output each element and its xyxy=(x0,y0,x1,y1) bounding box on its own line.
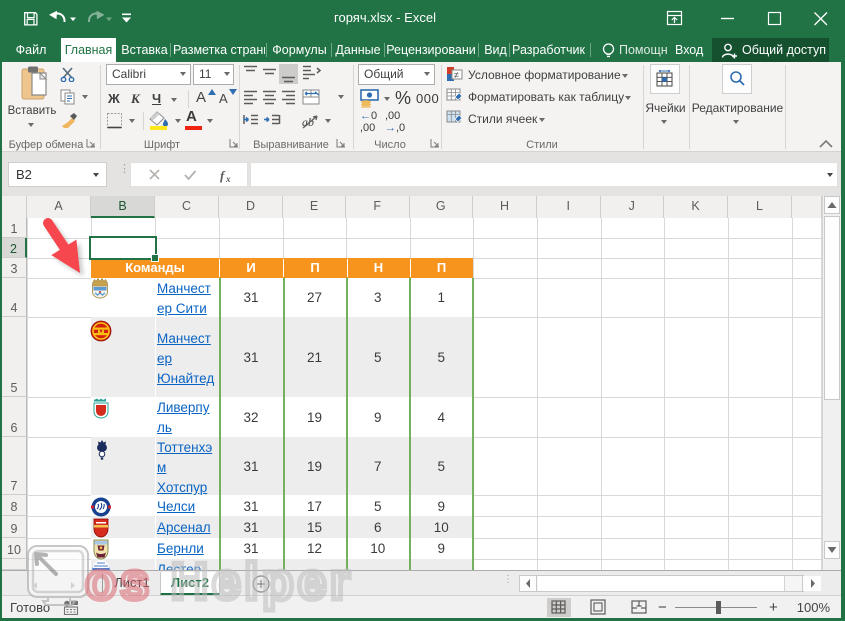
svg-text:≠: ≠ xyxy=(454,70,459,80)
svg-text:x: x xyxy=(225,174,231,184)
